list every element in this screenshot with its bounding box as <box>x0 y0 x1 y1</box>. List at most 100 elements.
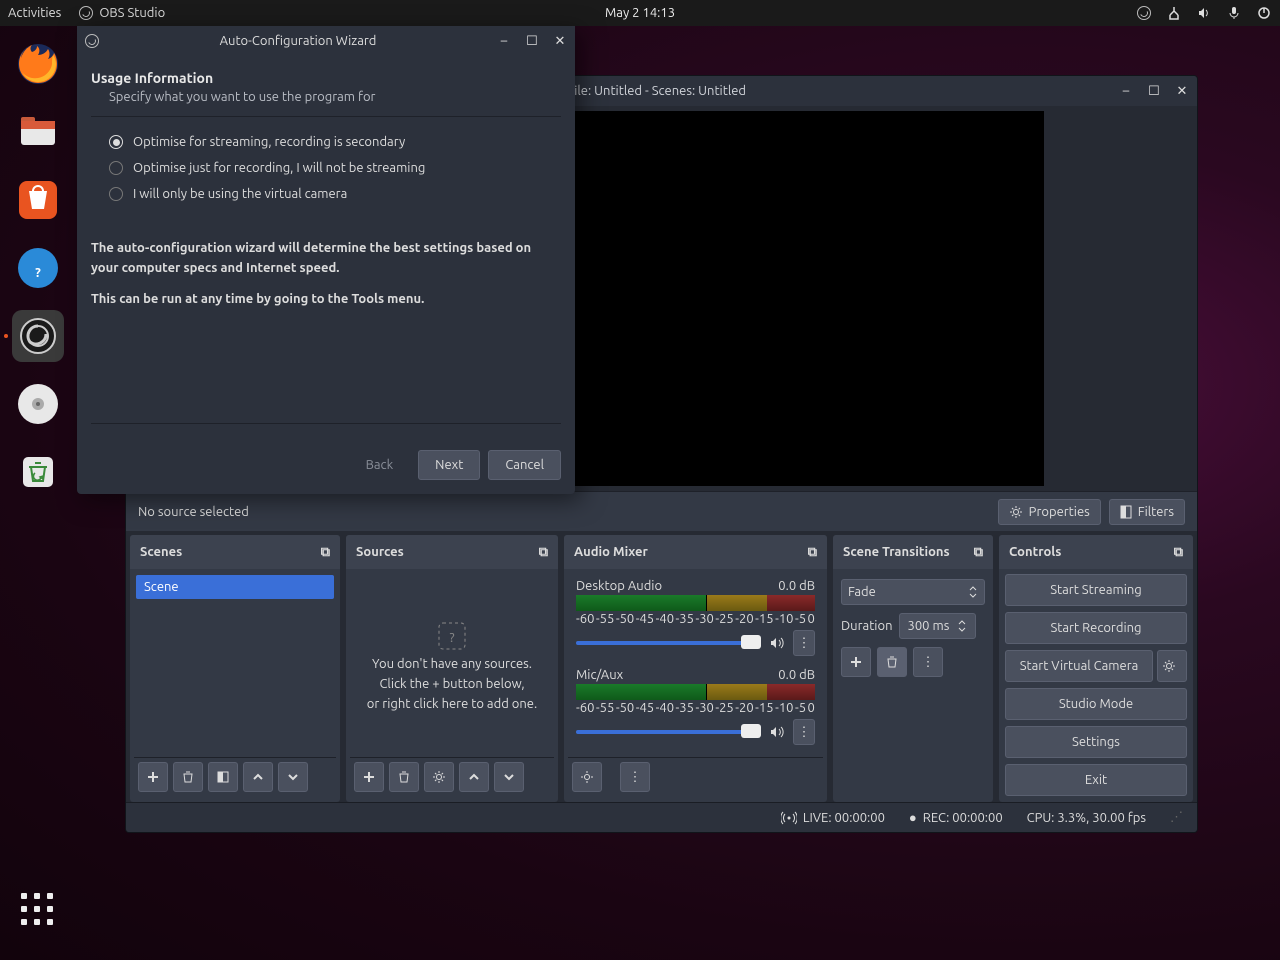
add-source-button[interactable] <box>354 762 384 792</box>
properties-button[interactable]: Properties <box>998 499 1101 525</box>
status-bar: LIVE: 00:00:00 ●REC: 00:00:00 CPU: 3.3%,… <box>126 802 1197 832</box>
minimize-button[interactable]: – <box>497 34 511 48</box>
controls-panel: Controls⧉ Start Streaming Start Recordin… <box>999 535 1193 802</box>
power-icon[interactable] <box>1256 5 1272 21</box>
svg-text:?: ? <box>35 266 41 280</box>
minimize-button[interactable]: – <box>1119 84 1133 98</box>
start-virtual-camera-button[interactable]: Start Virtual Camera <box>1005 650 1153 682</box>
network-icon[interactable] <box>1166 5 1182 21</box>
radio-optimise-streaming[interactable]: Optimise for streaming, recording is sec… <box>91 129 561 155</box>
popout-icon[interactable]: ⧉ <box>808 545 817 560</box>
ch2-volume-slider[interactable] <box>576 730 761 734</box>
close-button[interactable]: ✕ <box>1175 84 1189 98</box>
filters-button[interactable]: Filters <box>1109 499 1185 525</box>
resize-grip-icon[interactable]: ⋰ <box>1170 810 1183 825</box>
audio-mixer-panel: Audio Mixer⧉ Desktop Audio0.0 dB -60-55-… <box>564 535 827 802</box>
vcam-settings-button[interactable] <box>1157 650 1187 682</box>
activities-button[interactable]: Activities <box>8 6 61 20</box>
volume-icon[interactable] <box>1196 5 1212 21</box>
mixer-menu-button[interactable]: ⋮ <box>620 762 650 792</box>
panels-row: Scenes⧉ Scene Sources ⧉ ? You don't have … <box>126 531 1197 802</box>
duration-label: Duration <box>841 619 893 633</box>
sources-header: Sources <box>356 545 404 559</box>
scene-item[interactable]: Scene <box>136 575 334 599</box>
speaker-icon[interactable] <box>769 635 785 651</box>
scene-down-button[interactable] <box>278 762 308 792</box>
transition-selected: Fade <box>848 585 876 599</box>
source-up-button[interactable] <box>459 762 489 792</box>
dock-apps-grid[interactable] <box>16 888 60 932</box>
scene-up-button[interactable] <box>243 762 273 792</box>
source-props-button[interactable] <box>424 762 454 792</box>
popout-icon[interactable]: ⧉ <box>1174 545 1183 560</box>
speaker-icon[interactable] <box>769 724 785 740</box>
remove-transition-button[interactable] <box>877 647 907 677</box>
dock-disc[interactable] <box>12 378 64 430</box>
clock[interactable]: May 2 14:13 <box>605 6 675 20</box>
transition-select[interactable]: Fade <box>841 579 985 605</box>
auto-config-wizard: Auto-Configuration Wizard – ☐ ✕ Usage In… <box>77 26 575 494</box>
rec-status: REC: 00:00:00 <box>923 811 1003 825</box>
remove-source-button[interactable] <box>389 762 419 792</box>
question-box-icon: ? <box>437 621 467 651</box>
divider <box>91 116 561 117</box>
radio-optimise-recording[interactable]: Optimise just for recording, I will not … <box>91 155 561 181</box>
dock-trash[interactable] <box>12 446 64 498</box>
ch2-menu-button[interactable]: ⋮ <box>793 719 815 745</box>
ch2-db: 0.0 dB <box>778 668 815 682</box>
mixer-advanced-button[interactable] <box>572 762 602 792</box>
wizard-heading: Usage Information <box>91 70 561 86</box>
sources-empty-l3: or right click here to add one. <box>367 697 537 711</box>
maximize-button[interactable]: ☐ <box>525 34 539 48</box>
broadcast-icon <box>781 811 797 825</box>
settings-button[interactable]: Settings <box>1005 726 1187 758</box>
filters-label: Filters <box>1138 505 1174 519</box>
add-scene-button[interactable] <box>138 762 168 792</box>
studio-mode-button[interactable]: Studio Mode <box>1005 688 1187 720</box>
radio-icon <box>109 161 123 175</box>
ch1-menu-button[interactable]: ⋮ <box>793 630 815 656</box>
exit-button[interactable]: Exit <box>1005 764 1187 796</box>
remove-scene-button[interactable] <box>173 762 203 792</box>
add-transition-button[interactable] <box>841 647 871 677</box>
ch1-meter <box>576 595 815 611</box>
svg-text:?: ? <box>449 631 454 645</box>
scene-filter-button[interactable] <box>208 762 238 792</box>
cancel-button[interactable]: Cancel <box>488 450 561 480</box>
transition-menu-button[interactable]: ⋮ <box>913 647 943 677</box>
close-button[interactable]: ✕ <box>553 34 567 48</box>
maximize-button[interactable]: ☐ <box>1147 84 1161 98</box>
trans-header: Scene Transitions <box>843 545 950 559</box>
next-button[interactable]: Next <box>418 450 480 480</box>
divider <box>91 423 561 424</box>
source-down-button[interactable] <box>494 762 524 792</box>
radio-virtual-camera[interactable]: I will only be using the virtual camera <box>91 181 561 207</box>
dock-help[interactable]: ? <box>12 242 64 294</box>
duration-input[interactable]: 300 ms <box>899 613 977 639</box>
wizard-subheading: Specify what you want to use the program… <box>109 90 561 104</box>
popout-icon[interactable]: ⧉ <box>539 545 548 560</box>
app-indicator[interactable]: OBS Studio <box>79 6 165 20</box>
radio-label: Optimise for streaming, recording is sec… <box>133 135 405 149</box>
wizard-desc-1: The auto-configuration wizard will deter… <box>91 239 561 278</box>
dock-software[interactable] <box>12 174 64 226</box>
dock-files[interactable] <box>12 106 64 158</box>
dock-obs[interactable] <box>12 310 64 362</box>
live-status: LIVE: 00:00:00 <box>803 811 885 825</box>
start-streaming-button[interactable]: Start Streaming <box>1005 574 1187 606</box>
no-source-label: No source selected <box>138 505 249 519</box>
wizard-titlebar[interactable]: Auto-Configuration Wizard – ☐ ✕ <box>77 26 575 56</box>
obs-icon <box>79 6 93 20</box>
obs-tray-icon[interactable] <box>1136 5 1152 21</box>
popout-icon[interactable]: ⧉ <box>974 545 983 560</box>
start-recording-button[interactable]: Start Recording <box>1005 612 1187 644</box>
popout-icon[interactable]: ⧉ <box>321 545 330 560</box>
ch2-meter <box>576 684 815 700</box>
sources-empty-state[interactable]: ? You don't have any sources. Click the … <box>350 575 554 757</box>
ch1-volume-slider[interactable] <box>576 641 761 645</box>
mixer-channel-desktop: Desktop Audio0.0 dB -60-55-50-45-40-35-3… <box>568 575 823 664</box>
app-indicator-label: OBS Studio <box>99 6 165 20</box>
dock-firefox[interactable] <box>12 38 64 90</box>
mic-icon[interactable] <box>1226 5 1242 21</box>
scenes-panel: Scenes⧉ Scene <box>130 535 340 802</box>
